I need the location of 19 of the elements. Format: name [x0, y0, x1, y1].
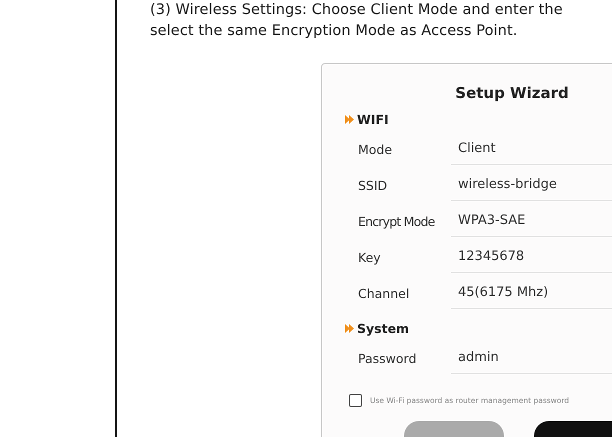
field-label: Mode — [357, 142, 394, 156]
field-label: Encrypt Mode — [357, 214, 436, 228]
field-label: Password — [357, 350, 418, 366]
field-label: Channel — [357, 286, 410, 300]
section-heading: System — [357, 321, 410, 336]
play-arrow-icon — [345, 324, 355, 333]
instruction-text: (3) Wireless Settings: Choose Client Mode and enter the select the same Encryption Mode as Access Point. — [150, 1, 564, 41]
field-value[interactable]: admin — [451, 342, 612, 374]
field-label: Key — [357, 250, 382, 264]
field-value[interactable]: wireless-bridge — [451, 170, 612, 200]
play-arrow-icon — [345, 115, 355, 124]
section-heading: WIFI — [357, 112, 389, 127]
field-value[interactable]: 45(6175 Mhz) — [451, 278, 612, 308]
wizard-title: Setup Wizard — [454, 84, 570, 102]
field-value[interactable]: Client — [451, 134, 612, 164]
field-label: SSID — [357, 178, 388, 192]
field-value[interactable]: 12345678 — [451, 242, 612, 272]
checkbox[interactable] — [349, 394, 362, 407]
field-value[interactable]: WPA3-SAE — [451, 206, 612, 236]
